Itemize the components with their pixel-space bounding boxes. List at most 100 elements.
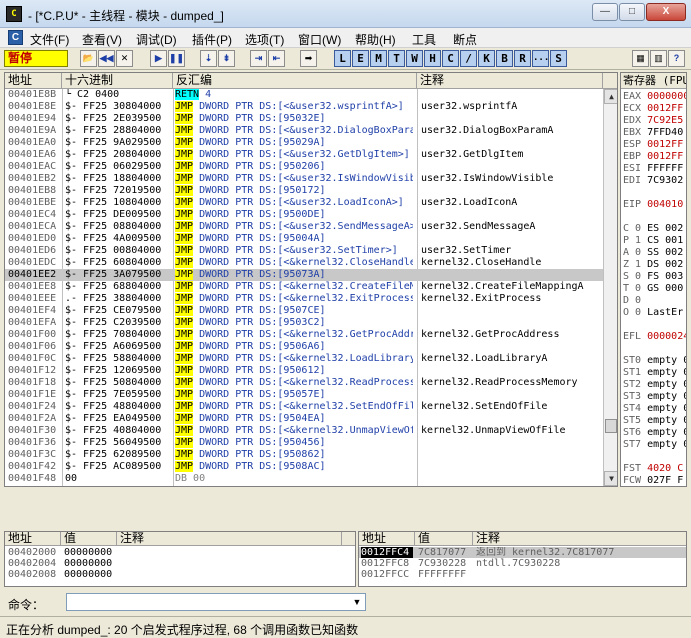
disassembly-row[interactable]: 00401E9A $- FF25 28804000 JMP DWORD PTR D… (5, 125, 603, 137)
references-window-button[interactable]: R (514, 50, 531, 67)
register-line[interactable]: C 0 ES 002 (623, 223, 683, 235)
stack-row[interactable]: 0012FFCC FFFFFFFF (359, 569, 686, 580)
registers-header[interactable]: 寄存器 (FPU) (621, 73, 686, 89)
disassembly-row[interactable]: 00401F3C $- FF25 62089500 JMP DWORD PTR D… (5, 449, 603, 461)
scroll-up-arrow-icon[interactable]: ▲ (604, 89, 617, 104)
restart-icon[interactable]: ◀◀ (98, 50, 115, 67)
memory-window-button[interactable]: M (370, 50, 387, 67)
cpu-window-button[interactable]: C (442, 50, 459, 67)
scroll-down-arrow-icon[interactable]: ▼ (604, 471, 617, 486)
disassembly-row[interactable]: 00401ECA $- FF25 08804000 JMP DWORD PTR D… (5, 221, 603, 233)
terminate-icon[interactable]: ✕ (116, 50, 133, 67)
register-value[interactable]: CS 001 (647, 235, 683, 246)
disassembly-row[interactable]: 00401EFA $- FF25 C2039500 JMP DWORD PTR D… (5, 317, 603, 329)
register-value[interactable]: 0012FF (647, 139, 683, 150)
step-into-icon[interactable]: ⇣ (200, 50, 217, 67)
register-value[interactable]: FFFFFF (647, 163, 683, 174)
source-window-button[interactable]: S (550, 50, 567, 67)
appearance-icon[interactable]: ▦ (632, 50, 649, 67)
column-header-comment[interactable]: 注释 (417, 73, 603, 89)
disassembly-row[interactable]: 00401F36 $- FF25 56049500 JMP DWORD PTR D… (5, 437, 603, 449)
dump-row[interactable]: 00402008 00000000 (5, 569, 355, 580)
dump-row[interactable]: 00402000 00000000 (5, 547, 355, 558)
cpu-window-icon[interactable]: C (8, 30, 23, 45)
register-line[interactable]: ST5 empty 0 (623, 415, 686, 427)
register-line[interactable]: Z 1 DS 002 (623, 259, 683, 271)
register-line[interactable]: ESP 0012FF (623, 139, 683, 151)
cpu-disassembly-pane[interactable]: 地址 十六进制 反汇编 注释 00401E8B └ C2 0400 RETN 4 00… (4, 72, 618, 487)
register-line[interactable]: EIP 004010 (623, 199, 683, 211)
vertical-scrollbar[interactable]: ▲ ▼ (603, 89, 617, 486)
registers-pane[interactable]: 寄存器 (FPU) EAX 0000000ECX 0012FFEDX 7C92E… (620, 72, 687, 487)
menu-view[interactable]: 查看(V) (82, 31, 122, 48)
menu-plugins[interactable]: 插件(P) (192, 31, 232, 48)
register-line[interactable]: EFL 0000024 (623, 331, 686, 343)
register-value[interactable]: 027F F (647, 475, 683, 486)
trace-over-icon[interactable]: ⇤ (268, 50, 285, 67)
log-window-button[interactable]: L (334, 50, 351, 67)
column-header-hex[interactable]: 十六进制 (62, 73, 173, 89)
register-value[interactable]: 0000000 (647, 91, 686, 102)
stack-row[interactable]: 0012FFC8 7C930228 ntdll.7C930228 (359, 558, 686, 569)
register-value[interactable]: empty 0 (647, 439, 686, 450)
disassembly-row[interactable]: 00401F1E $- FF25 7E059500 JMP DWORD PTR D… (5, 389, 603, 401)
dump-header-comment[interactable]: 注释 (117, 532, 342, 546)
register-line[interactable]: FCW 027F F (623, 475, 683, 486)
stack-pane[interactable]: 地址 值 注释 0012FFC4 7C817077 返回到 kernel32.7C8… (358, 531, 687, 587)
execute-till-return-icon[interactable]: ➡ (300, 50, 317, 67)
disassembly-row[interactable]: 00401EAC $- FF25 06029500 JMP DWORD PTR D… (5, 161, 603, 173)
step-over-icon[interactable]: ⇟ (218, 50, 235, 67)
column-header-address[interactable]: 地址 (5, 73, 62, 89)
register-line[interactable]: ST3 empty 0 (623, 391, 686, 403)
disassembly-row[interactable]: 00401ED0 $- FF25 4A009500 JMP DWORD PTR D… (5, 233, 603, 245)
disassembly-row[interactable]: 00401F0C $- FF25 58804000 JMP DWORD PTR D… (5, 353, 603, 365)
disassembly-row[interactable]: 00401EE2 $- FF25 3A079500 JMP DWORD PTR D… (5, 269, 603, 281)
disassembly-row[interactable]: 00401EBE $- FF25 10804000 JMP DWORD PTR D… (5, 197, 603, 209)
open-file-icon[interactable]: 📂 (80, 50, 97, 67)
register-line[interactable]: ST6 empty 0 (623, 427, 686, 439)
ollydbg-app-icon[interactable]: C (6, 6, 22, 22)
minimize-button[interactable]: — (592, 3, 618, 21)
stack-header-comment[interactable]: 注释 (473, 532, 686, 546)
scrollbar-thumb[interactable] (605, 419, 617, 433)
register-value[interactable]: 4020 C (647, 463, 683, 474)
register-value[interactable]: DS 002 (647, 259, 683, 270)
stack-header-address[interactable]: 地址 (359, 532, 415, 546)
menu-tools[interactable]: 工具 (412, 31, 436, 48)
register-line[interactable]: ECX 0012FF (623, 103, 683, 115)
register-value[interactable]: ES 002 (647, 223, 683, 234)
register-line[interactable]: ST0 empty 0 (623, 355, 686, 367)
menu-options[interactable]: 选项(T) (245, 31, 284, 48)
disassembly-row[interactable]: 00401EA6 $- FF25 20804000 JMP DWORD PTR D… (5, 149, 603, 161)
register-line[interactable]: FST 4020 C (623, 463, 683, 475)
register-line[interactable]: ESI FFFFFF (623, 163, 683, 175)
register-line[interactable]: EAX 0000000 (623, 91, 686, 103)
register-line[interactable]: D 0 (623, 295, 641, 307)
disassembly-row[interactable]: 00401EF4 $- FF25 CE079500 JMP DWORD PTR D… (5, 305, 603, 317)
register-line[interactable]: O 0 LastEr (623, 307, 683, 319)
register-value[interactable]: 7C9302 (647, 175, 683, 186)
disassembly-row[interactable]: 00401F2A $- FF25 EA049500 JMP DWORD PTR D… (5, 413, 603, 425)
memory-dump-pane[interactable]: 地址 值 注释 00402000 00000000 00402004 00000000… (4, 531, 356, 587)
register-line[interactable]: EDI 7C9302 (623, 175, 683, 187)
maximize-button[interactable]: □ (619, 3, 645, 21)
register-line[interactable]: ST1 empty 0 (623, 367, 686, 379)
register-value[interactable]: 0000024 (647, 331, 686, 342)
disassembly-row[interactable]: 00401F06 $- FF25 A6069500 JMP DWORD PTR D… (5, 341, 603, 353)
disassembly-row[interactable]: 00401F48 00 DB 00 (5, 473, 603, 485)
disassembly-row[interactable]: 00401E8B └ C2 0400 RETN 4 (5, 89, 603, 101)
trace-into-icon[interactable]: ⇥ (250, 50, 267, 67)
call-stack-window-button[interactable]: K (478, 50, 495, 67)
register-line[interactable]: ST4 empty 0 (623, 403, 686, 415)
register-value[interactable]: 0012FF (647, 151, 683, 162)
register-value[interactable]: 7FFD40 (647, 127, 683, 138)
menu-help[interactable]: 帮助(H) (355, 31, 396, 48)
disassembly-row[interactable]: 00401EEE .- FF25 38804000 JMP DWORD PTR D… (5, 293, 603, 305)
disassembly-row[interactable]: 00401EA0 $- FF25 9A029500 JMP DWORD PTR D… (5, 137, 603, 149)
register-line[interactable]: ST2 empty 0 (623, 379, 686, 391)
register-value[interactable]: empty 0 (647, 403, 686, 414)
register-value[interactable]: FS 003 (647, 271, 683, 282)
windows-window-button[interactable]: W (406, 50, 423, 67)
menu-debug[interactable]: 调试(D) (136, 31, 177, 48)
register-value[interactable]: empty 0 (647, 415, 686, 426)
